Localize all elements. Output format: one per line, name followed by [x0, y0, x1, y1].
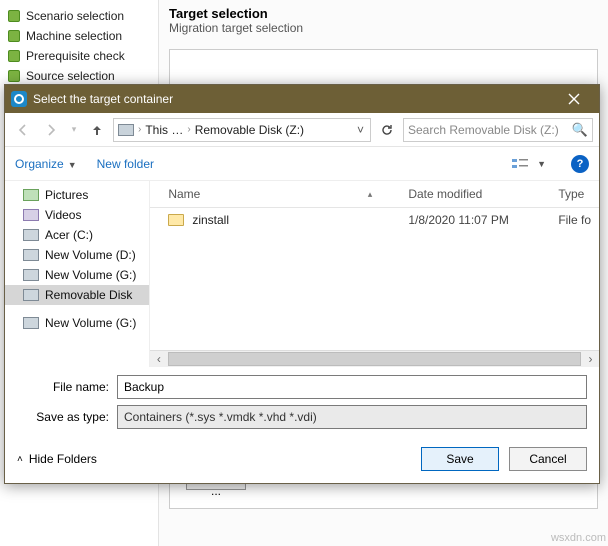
page-subtitle: Migration target selection: [169, 21, 598, 35]
tree-item[interactable]: Videos: [5, 205, 149, 225]
tree-item-selected[interactable]: Removable Disk: [5, 285, 149, 305]
chevron-down-icon: ▼: [68, 160, 77, 170]
forward-button[interactable]: [39, 118, 63, 142]
drive-icon: [23, 317, 39, 329]
file-name-input[interactable]: [117, 375, 587, 399]
recent-dropdown[interactable]: ▾: [67, 118, 81, 142]
column-name[interactable]: Name▴: [150, 181, 400, 207]
column-type[interactable]: Type: [550, 181, 599, 207]
check-icon: [8, 70, 20, 82]
chevron-up-icon: ˄: [17, 454, 23, 465]
tree-item[interactable]: New Volume (G:): [5, 313, 149, 333]
refresh-button[interactable]: [375, 118, 399, 142]
check-icon: [8, 50, 20, 62]
videos-icon: [23, 209, 39, 221]
wizard-header: Target selection Migration target select…: [159, 0, 608, 41]
drive-icon: [23, 229, 39, 241]
cancel-button[interactable]: Cancel: [509, 447, 587, 471]
folder-tree[interactable]: Pictures Videos Acer (C:) New Volume (D:…: [5, 181, 150, 367]
chevron-right-icon: ›: [187, 124, 190, 135]
breadcrumb-root[interactable]: This …: [145, 123, 183, 137]
breadcrumb-current[interactable]: Removable Disk (Z:): [195, 123, 304, 137]
tree-item[interactable]: Pictures: [5, 185, 149, 205]
scroll-right-icon[interactable]: ›: [582, 352, 599, 366]
file-list: Name▴ Date modified Type zinstall 1/8/20…: [150, 181, 599, 367]
tree-item[interactable]: Acer (C:): [5, 225, 149, 245]
breadcrumb[interactable]: › This … › Removable Disk (Z:) ˅: [113, 118, 371, 142]
step-label: Scenario selection: [26, 9, 124, 23]
dialog-footer: ˄Hide Folders Save Cancel: [5, 439, 599, 483]
drive-icon: [23, 269, 39, 281]
back-button[interactable]: [11, 118, 35, 142]
horizontal-scrollbar[interactable]: ‹ ›: [150, 350, 599, 367]
tree-item[interactable]: New Volume (D:): [5, 245, 149, 265]
wizard-step[interactable]: Prerequisite check: [4, 46, 154, 66]
search-icon: 🔍: [572, 122, 588, 138]
scroll-left-icon[interactable]: ‹: [150, 352, 167, 366]
wizard-step[interactable]: Scenario selection: [4, 6, 154, 26]
step-label: Machine selection: [26, 29, 122, 43]
hide-folders-toggle[interactable]: ˄Hide Folders: [17, 452, 97, 466]
watermark: wsxdn.com: [551, 532, 606, 544]
form-fields: File name: Save as type:: [5, 367, 599, 439]
wizard-step[interactable]: Source selection: [4, 66, 154, 86]
view-icon: [511, 157, 529, 171]
column-date[interactable]: Date modified: [400, 181, 550, 207]
chevron-down-icon[interactable]: ˅: [355, 123, 366, 137]
pictures-icon: [23, 189, 39, 201]
help-icon[interactable]: ?: [571, 155, 589, 173]
new-folder-button[interactable]: New folder: [97, 157, 154, 171]
scroll-thumb[interactable]: [168, 352, 581, 366]
search-input[interactable]: Search Removable Disk (Z:) 🔍: [403, 118, 593, 142]
save-dialog: Select the target container ▾ › This … ›…: [4, 84, 600, 484]
up-button[interactable]: [85, 118, 109, 142]
chevron-down-icon: ▼: [537, 159, 546, 169]
view-menu[interactable]: ▼: [506, 154, 551, 174]
file-name-label: File name:: [17, 380, 109, 394]
column-headers[interactable]: Name▴ Date modified Type: [150, 181, 599, 208]
tree-item[interactable]: New Volume (G:): [5, 265, 149, 285]
wizard-step[interactable]: Machine selection: [4, 26, 154, 46]
address-bar: ▾ › This … › Removable Disk (Z:) ˅ Searc…: [5, 113, 599, 147]
save-button[interactable]: Save: [421, 447, 499, 471]
list-item[interactable]: zinstall 1/8/2020 11:07 PM File fo: [150, 208, 599, 232]
step-label: Prerequisite check: [26, 49, 125, 63]
page-title: Target selection: [169, 6, 268, 21]
drive-icon: [23, 249, 39, 261]
organize-menu[interactable]: Organize▼: [15, 157, 77, 171]
drive-icon: [118, 124, 134, 136]
save-as-type-select[interactable]: [117, 405, 587, 429]
folder-icon: [168, 214, 184, 226]
chevron-right-icon: ›: [138, 124, 141, 135]
step-label: Source selection: [26, 69, 115, 83]
toolbar: Organize▼ New folder ▼ ?: [5, 147, 599, 181]
sort-asc-icon: ▴: [368, 189, 373, 200]
drive-icon: [23, 289, 39, 301]
search-placeholder: Search Removable Disk (Z:): [408, 123, 559, 137]
check-icon: [8, 30, 20, 42]
dialog-titlebar[interactable]: Select the target container: [5, 85, 599, 113]
app-icon: [11, 91, 27, 107]
close-icon[interactable]: [555, 85, 593, 113]
dialog-title: Select the target container: [33, 92, 555, 106]
check-icon: [8, 10, 20, 22]
save-as-type-label: Save as type:: [17, 410, 109, 424]
